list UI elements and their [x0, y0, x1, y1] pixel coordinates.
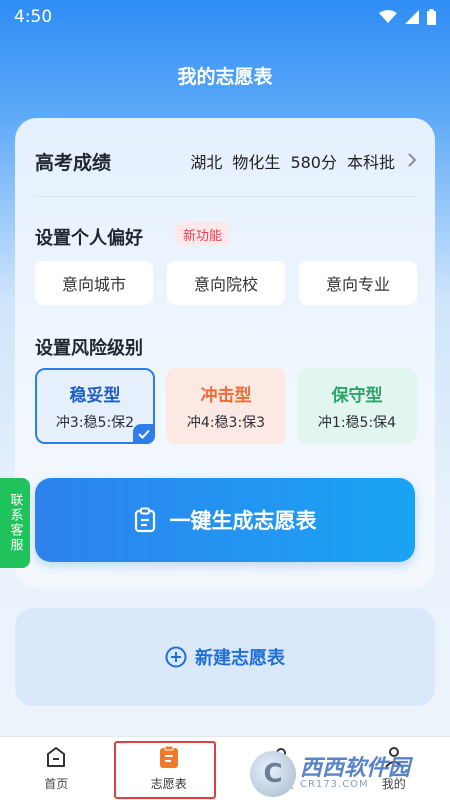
generate-plan-button[interactable]: 一键生成志愿表 — [35, 478, 415, 562]
contact-support-tab[interactable]: 联系客服 — [0, 478, 30, 568]
watermark-main: 西西软件园 — [300, 756, 411, 781]
home-icon — [47, 747, 66, 767]
chevron-right-icon — [407, 149, 417, 173]
preference-title: 设置个人偏好 — [35, 228, 143, 249]
score-row[interactable]: 高考成绩 湖北 物化生 580分 本科批 — [35, 146, 417, 176]
score-summary: 湖北 物化生 580分 本科批 — [190, 149, 417, 173]
score-subjects: 物化生 — [232, 153, 281, 172]
intended-city-button[interactable]: 意向城市 — [35, 261, 153, 305]
clipboard-icon — [134, 507, 155, 533]
nav-item-home[interactable]: 首页 — [11, 745, 101, 792]
risk-option-ratio: 冲3:稳5:保2 — [55, 414, 135, 431]
watermark-logo: C — [250, 751, 296, 797]
wifi-icon — [379, 10, 397, 23]
new-plan-button[interactable]: 新建志愿表 — [15, 608, 435, 706]
new-feature-badge: 新功能 — [175, 222, 231, 246]
risk-option-aggressive[interactable]: 冲击型 冲4:稳3:保3 — [166, 368, 286, 444]
risk-option-conservative[interactable]: 保守型 冲1:稳5:保4 — [297, 368, 417, 444]
plus-circle-icon — [165, 646, 187, 668]
status-icons — [379, 9, 436, 25]
score-batch: 本科批 — [346, 153, 395, 172]
status-time: 4:50 — [14, 7, 53, 27]
risk-title: 设置风险级别 — [35, 338, 143, 359]
signal-icon — [405, 10, 419, 24]
battery-icon — [427, 9, 436, 25]
risk-option-name: 冲击型 — [200, 385, 252, 406]
risk-option-name: 稳妥型 — [69, 385, 121, 406]
new-plan-label: 新建志愿表 — [195, 648, 285, 669]
watermark: C 西西软件园 CR173.COM — [250, 748, 450, 800]
risk-options: 稳妥型 冲3:稳5:保2 冲击型 冲4:稳3:保3 保守型 冲1:稳5:保4 — [35, 368, 417, 444]
risk-option-ratio: 冲1:稳5:保4 — [317, 414, 397, 431]
highlight-box — [114, 741, 216, 799]
risk-option-ratio: 冲4:稳3:保3 — [186, 414, 266, 431]
watermark-text: 西西软件园 CR173.COM — [300, 758, 410, 790]
page-title: 我的志愿表 — [177, 66, 273, 88]
plan-settings-card: 高考成绩 湖北 物化生 580分 本科批 设置个人偏好 新功能 意向城市 意向院… — [15, 118, 435, 588]
score-label: 高考成绩 — [35, 151, 112, 174]
nav-label: 首页 — [44, 777, 69, 791]
risk-option-name: 保守型 — [331, 385, 383, 406]
generate-plan-label: 一键生成志愿表 — [169, 510, 317, 533]
status-bar: 4:50 — [0, 0, 450, 34]
intended-major-button[interactable]: 意向专业 — [299, 261, 417, 305]
risk-option-stable[interactable]: 稳妥型 冲3:稳5:保2 — [35, 368, 155, 444]
check-icon — [133, 424, 155, 444]
watermark-sub: CR173.COM — [300, 779, 369, 790]
score-points: 580分 — [290, 153, 337, 172]
score-province: 湖北 — [190, 153, 223, 172]
preference-options: 意向城市 意向院校 意向专业 — [35, 261, 417, 305]
divider — [35, 196, 417, 197]
intended-school-button[interactable]: 意向院校 — [167, 261, 285, 305]
